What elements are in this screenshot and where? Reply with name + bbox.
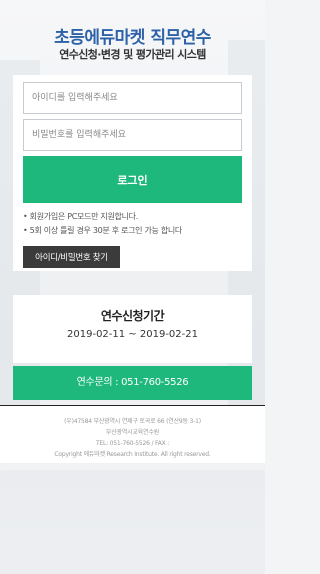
id-input[interactable] [23, 82, 242, 114]
notice-signup-pc-only: • 회원가입은 PC모드만 지원합니다. [23, 212, 138, 221]
background-shape [0, 470, 265, 574]
footer-copyright: Copyright 에듀마켓 Research Institute. All r… [54, 451, 211, 458]
page-title: 초등에듀마켓 직무연수 [54, 28, 211, 48]
application-period-box: 연수신청기간 2019-02-11 ~ 2019-02-21 [13, 295, 252, 363]
login-card: 로그인 • 회원가입은 PC모드만 지원합니다. • 5회 이상 틀릴 경우 3… [13, 75, 252, 271]
period-title: 연수신청기간 [100, 309, 165, 323]
find-id-password-button[interactable]: 아이디/비밀번호 찾기 [23, 246, 120, 268]
password-input[interactable] [23, 119, 242, 151]
footer: (우)47584 부산광역시 연제구 토곡로 66 (연산9동 3-1) 부산광… [0, 405, 265, 463]
notice-lockout: • 5회 이상 틀릴 경우 30분 후 로그인 가능 합니다 [23, 226, 182, 235]
page-subtitle: 연수신청·변경 및 평가관리 시스템 [59, 48, 206, 61]
footer-tel: TEL: 051-760-5526 / FAX : [95, 440, 170, 447]
login-button[interactable]: 로그인 [23, 156, 242, 203]
page-header: 초등에듀마켓 직무연수 연수신청·변경 및 평가관리 시스템 [0, 0, 265, 78]
footer-org: 부산광역시교육연수원 [105, 429, 160, 436]
contact-bar: 연수문의 : 051-760-5526 [13, 366, 252, 400]
footer-address: (우)47584 부산광역시 연제구 토곡로 66 (연산9동 3-1) [64, 418, 201, 425]
period-dates: 2019-02-11 ~ 2019-02-21 [67, 329, 198, 340]
